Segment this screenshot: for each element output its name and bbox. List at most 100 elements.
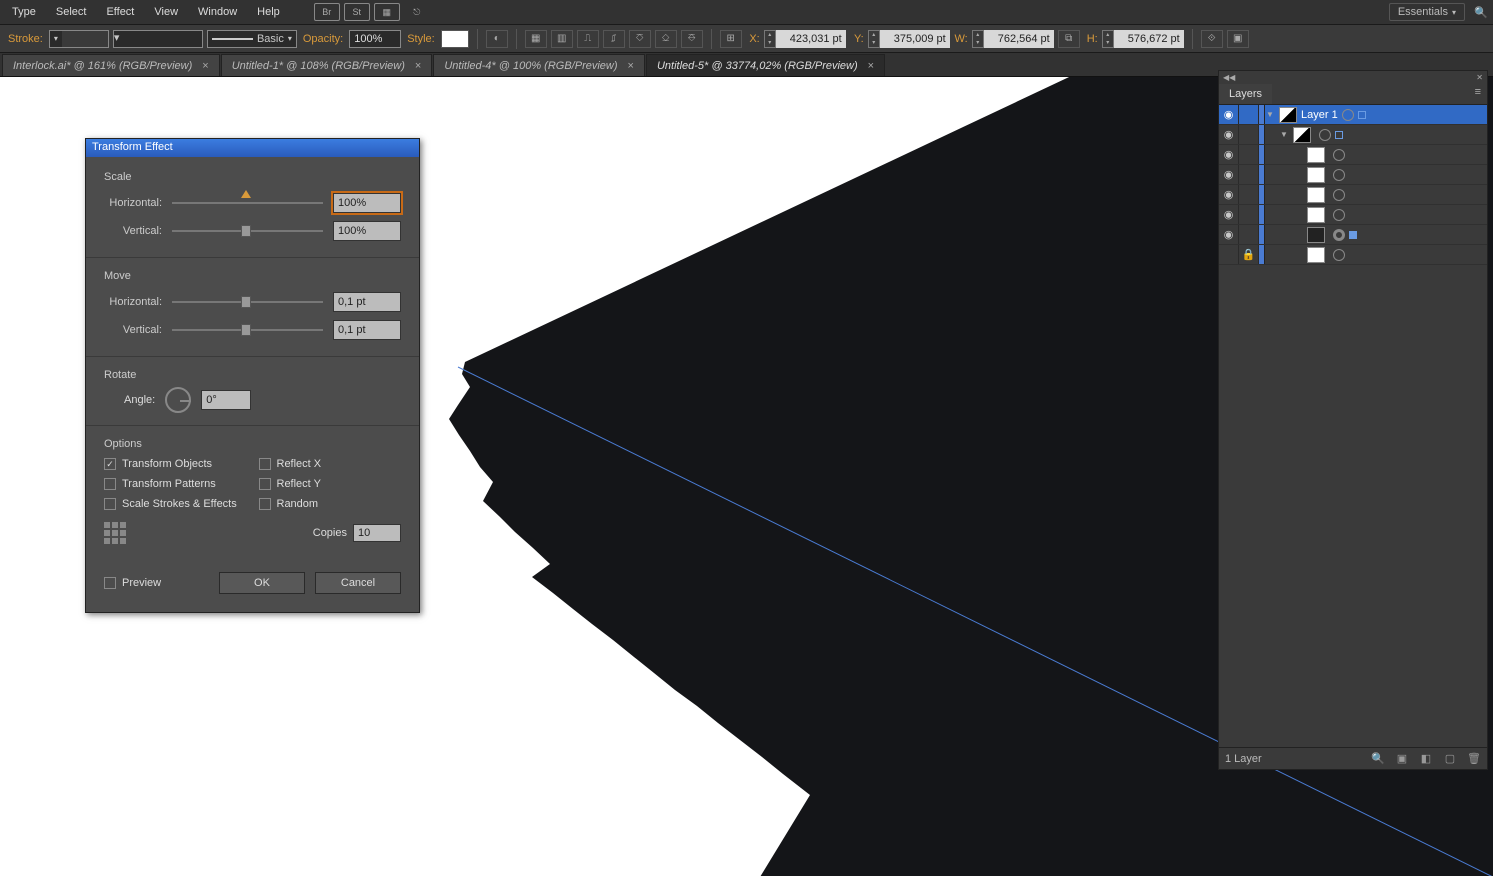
visibility-icon[interactable] xyxy=(1219,245,1239,264)
visibility-icon[interactable]: ◉ xyxy=(1219,225,1239,244)
document-tab[interactable]: Untitled-5* @ 33774,02% (RGB/Preview)× xyxy=(646,54,885,76)
opt-reflect-x[interactable]: Reflect X xyxy=(259,458,402,470)
br-icon[interactable]: Br xyxy=(314,3,340,21)
document-tab[interactable]: Untitled-4* @ 100% (RGB/Preview)× xyxy=(433,54,645,76)
opt-reflect-y[interactable]: Reflect Y xyxy=(259,478,402,490)
workspace-switcher[interactable]: Essentials▾ xyxy=(1389,3,1465,21)
opt-transform-patterns[interactable]: Transform Patterns xyxy=(104,478,247,490)
layer-row[interactable]: ◉ xyxy=(1219,165,1487,185)
move-v-slider[interactable] xyxy=(172,321,323,339)
h-value[interactable]: 576,672 pt xyxy=(1114,30,1184,48)
menu-help[interactable]: Help xyxy=(247,2,290,22)
gpu-icon[interactable]: ⎋ xyxy=(404,3,430,21)
copies-input[interactable]: 10 xyxy=(353,524,401,542)
opt-transform-objects[interactable]: ✓Transform Objects xyxy=(104,458,247,470)
close-panel-icon[interactable]: ✕ xyxy=(1476,73,1483,82)
layer-row[interactable]: ◉ xyxy=(1219,145,1487,165)
y-field[interactable]: ▴▾375,009 pt xyxy=(868,30,950,48)
menu-view[interactable]: View xyxy=(144,2,188,22)
twisty-icon[interactable]: ▼ xyxy=(1265,110,1275,119)
scale-v-input[interactable]: 100% xyxy=(333,221,401,241)
new-layer-icon[interactable]: ▢ xyxy=(1443,752,1457,765)
scale-h-slider[interactable] xyxy=(172,194,323,212)
layer-row[interactable]: ◉ xyxy=(1219,225,1487,245)
ok-button[interactable]: OK xyxy=(219,572,305,594)
move-v-input[interactable]: 0,1 pt xyxy=(333,320,401,340)
document-tab[interactable]: Untitled-1* @ 108% (RGB/Preview)× xyxy=(221,54,433,76)
align-5-icon[interactable]: ⎏ xyxy=(629,30,651,48)
close-tab-icon[interactable]: × xyxy=(868,60,874,72)
layer-row[interactable]: ◉ xyxy=(1219,185,1487,205)
st-icon[interactable]: St xyxy=(344,3,370,21)
scale-h-input[interactable]: 100% xyxy=(333,193,401,213)
make-clip-icon[interactable]: ▣ xyxy=(1395,752,1409,765)
visibility-icon[interactable]: ◉ xyxy=(1219,125,1239,144)
target-icon[interactable] xyxy=(1342,109,1354,121)
dialog-title[interactable]: Transform Effect xyxy=(86,139,419,157)
x-field[interactable]: ▴▾423,031 pt xyxy=(764,30,846,48)
reference-point-icon[interactable] xyxy=(104,522,126,544)
close-tab-icon[interactable]: × xyxy=(202,60,208,72)
layers-tab[interactable]: Layers xyxy=(1219,84,1272,104)
isolate-icon[interactable]: ▣ xyxy=(1227,30,1249,48)
visibility-icon[interactable]: ◉ xyxy=(1219,165,1239,184)
angle-dial[interactable] xyxy=(165,387,191,413)
stroke-weight[interactable]: ▾ xyxy=(49,30,109,48)
align-3-icon[interactable]: ⎍ xyxy=(577,30,599,48)
style-swatch[interactable] xyxy=(441,30,469,48)
lock-icon[interactable] xyxy=(1239,185,1259,204)
lock-icon[interactable] xyxy=(1239,145,1259,164)
stroke-width-field[interactable]: ▾ xyxy=(113,30,203,48)
link-wh-icon[interactable]: ⧉ xyxy=(1058,30,1080,48)
twisty-icon[interactable]: ▼ xyxy=(1279,130,1289,139)
search-icon[interactable]: 🔍 xyxy=(1471,3,1491,21)
locate-icon[interactable]: 🔍 xyxy=(1371,752,1385,765)
panel-menu-icon[interactable]: ≡ xyxy=(1469,84,1487,104)
shape-mode-icon[interactable]: ⟐ xyxy=(1201,30,1223,48)
lock-icon[interactable] xyxy=(1239,205,1259,224)
w-field[interactable]: ▴▾762,564 pt xyxy=(972,30,1054,48)
lock-icon[interactable] xyxy=(1239,225,1259,244)
delete-layer-icon[interactable]: 🗑 xyxy=(1467,752,1481,765)
align-6-icon[interactable]: ⎐ xyxy=(655,30,677,48)
arrange-docs-icon[interactable]: ▦ xyxy=(374,3,400,21)
menu-select[interactable]: Select xyxy=(46,2,97,22)
target-icon[interactable] xyxy=(1333,169,1345,181)
target-icon[interactable] xyxy=(1333,209,1345,221)
cancel-button[interactable]: Cancel xyxy=(315,572,401,594)
new-sublayer-icon[interactable]: ◧ xyxy=(1419,752,1433,765)
layer-row[interactable]: 🔒 xyxy=(1219,245,1487,265)
lock-icon[interactable]: 🔒 xyxy=(1239,245,1259,264)
recolor-icon[interactable]: ◐ xyxy=(486,30,508,48)
align-2-icon[interactable]: ▥ xyxy=(551,30,573,48)
visibility-icon[interactable]: ◉ xyxy=(1219,105,1239,124)
target-icon[interactable] xyxy=(1333,149,1345,161)
close-tab-icon[interactable]: × xyxy=(415,60,421,72)
scale-v-slider[interactable] xyxy=(172,222,323,240)
visibility-icon[interactable]: ◉ xyxy=(1219,205,1239,224)
lock-icon[interactable] xyxy=(1239,165,1259,184)
y-value[interactable]: 375,009 pt xyxy=(880,30,950,48)
menu-effect[interactable]: Effect xyxy=(96,2,144,22)
transform-ref-icon[interactable]: ⊞ xyxy=(720,30,742,48)
align-7-icon[interactable]: ⎑ xyxy=(681,30,703,48)
h-field[interactable]: ▴▾576,672 pt xyxy=(1102,30,1184,48)
lock-icon[interactable] xyxy=(1239,105,1259,124)
target-icon[interactable] xyxy=(1333,249,1345,261)
target-icon[interactable] xyxy=(1333,229,1345,241)
opt-random[interactable]: Random xyxy=(259,498,402,510)
x-value[interactable]: 423,031 pt xyxy=(776,30,846,48)
target-icon[interactable] xyxy=(1333,189,1345,201)
collapse-icon[interactable]: ◀◀ xyxy=(1223,73,1235,82)
preview-checkbox[interactable]: Preview xyxy=(104,577,209,589)
layer-name[interactable]: Layer 1 xyxy=(1301,109,1338,121)
menu-window[interactable]: Window xyxy=(188,2,247,22)
lock-icon[interactable] xyxy=(1239,125,1259,144)
document-tab[interactable]: Interlock.ai* @ 161% (RGB/Preview)× xyxy=(2,54,220,76)
align-4-icon[interactable]: ⎎ xyxy=(603,30,625,48)
layer-row[interactable]: ◉▼ xyxy=(1219,125,1487,145)
align-1-icon[interactable]: ▦ xyxy=(525,30,547,48)
layer-row[interactable]: ◉ ▼ Layer 1 xyxy=(1219,105,1487,125)
close-tab-icon[interactable]: × xyxy=(628,60,634,72)
move-h-slider[interactable] xyxy=(172,293,323,311)
